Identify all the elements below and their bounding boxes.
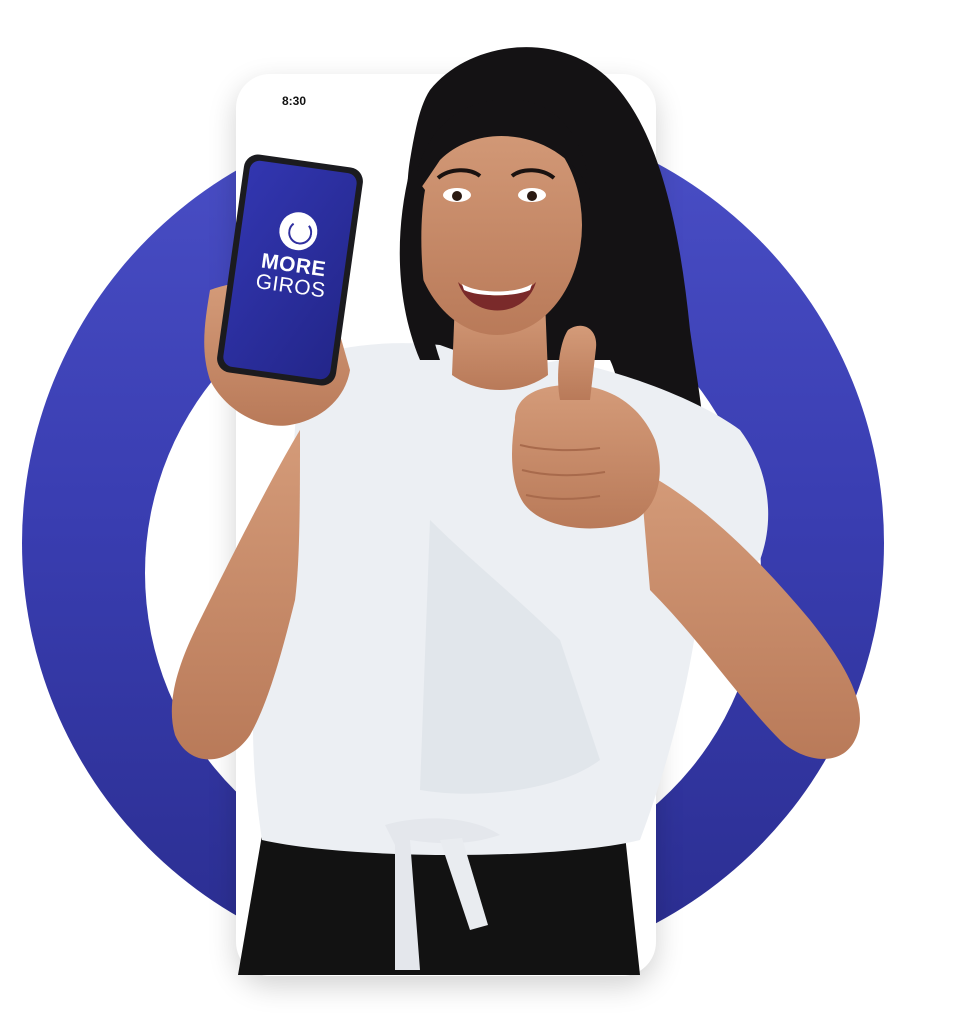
hero-visual: 8:30 MORE GIROS [0,0,956,1024]
more-giros-logo-icon [276,209,320,253]
phone-screen-logo: MORE GIROS [235,205,356,305]
pupil-right [527,191,537,201]
pupil-left [452,191,462,201]
pants [238,835,640,975]
person-illustration [171,47,860,975]
